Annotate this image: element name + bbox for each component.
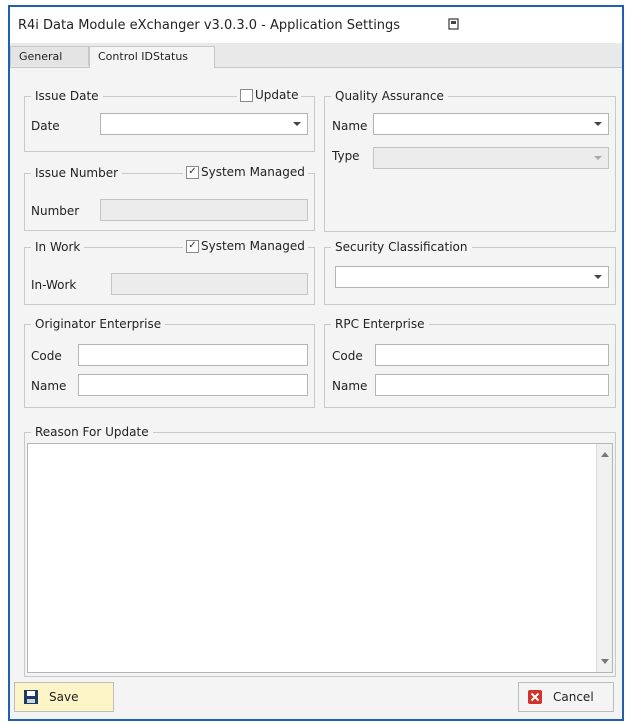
quality-assurance-group: Quality Assurance Name Type — [324, 89, 616, 232]
originator-code-input[interactable] — [78, 344, 308, 366]
red-x-icon — [528, 690, 542, 704]
settings-window: R4i Data Module eXchanger v3.0.3.0 - App… — [8, 5, 624, 721]
chevron-down-icon[interactable] — [594, 122, 602, 126]
save-label: Save — [49, 690, 79, 704]
floppy-disk-icon — [24, 690, 38, 704]
reason-for-update-group: Reason For Update — [24, 425, 616, 677]
vertical-scrollbar[interactable] — [596, 444, 612, 672]
reason-for-update-legend: Reason For Update — [31, 425, 153, 439]
rpc-name-label: Name — [332, 379, 368, 393]
window-icon[interactable] — [448, 18, 460, 30]
scroll-up-icon[interactable] — [601, 452, 609, 457]
reason-for-update-textarea[interactable] — [27, 443, 613, 673]
in-work-field — [111, 273, 308, 295]
security-classification-legend: Security Classification — [331, 240, 472, 254]
chevron-down-icon[interactable] — [594, 275, 602, 279]
issue-date-group: Issue Date Update Date — [24, 88, 315, 152]
originator-enterprise-legend: Originator Enterprise — [31, 317, 166, 331]
cancel-button[interactable]: Cancel — [518, 682, 614, 712]
update-checkbox-box[interactable] — [240, 88, 253, 102]
checkmark-icon[interactable]: ✓ — [186, 239, 199, 253]
cancel-label: Cancel — [553, 690, 594, 704]
chevron-down-icon — [594, 156, 602, 160]
save-button[interactable]: Save — [14, 682, 114, 712]
title-bar: R4i Data Module eXchanger v3.0.3.0 - App… — [10, 7, 622, 43]
system-managed-label: System Managed — [201, 239, 305, 253]
rpc-enterprise-legend: RPC Enterprise — [331, 317, 429, 331]
in-work-group: In Work ✓ System Managed In-Work — [24, 239, 315, 305]
qa-name-dropdown[interactable] — [373, 113, 609, 135]
update-checkbox-label: Update — [255, 88, 299, 102]
security-classification-dropdown[interactable] — [335, 266, 609, 288]
number-field — [100, 199, 308, 221]
quality-assurance-legend: Quality Assurance — [331, 89, 448, 103]
qa-type-label: Type — [332, 149, 360, 163]
originator-name-input[interactable] — [78, 374, 308, 396]
date-dropdown[interactable] — [100, 113, 308, 135]
security-classification-group: Security Classification — [324, 240, 616, 305]
scroll-down-icon[interactable] — [601, 659, 609, 664]
rpc-code-label: Code — [332, 349, 363, 363]
in-work-system-managed-checkbox[interactable]: ✓ System Managed — [183, 239, 308, 253]
issue-number-system-managed-checkbox[interactable]: ✓ System Managed — [183, 165, 308, 179]
checkmark-icon[interactable]: ✓ — [186, 165, 199, 179]
window-title: R4i Data Module eXchanger v3.0.3.0 - App… — [18, 18, 401, 33]
qa-name-label: Name — [332, 119, 368, 133]
system-managed-label: System Managed — [201, 165, 305, 179]
tab-control-idstatus[interactable]: Control IDStatus — [89, 46, 215, 68]
tab-strip: General Control IDStatus — [10, 43, 622, 68]
rpc-code-input[interactable] — [375, 344, 609, 366]
rpc-name-input[interactable] — [375, 374, 609, 396]
originator-enterprise-group: Originator Enterprise Code Name — [24, 317, 315, 408]
rpc-enterprise-group: RPC Enterprise Code Name — [324, 317, 616, 408]
issue-number-legend: Issue Number — [31, 166, 123, 180]
date-label: Date — [31, 119, 60, 133]
originator-code-label: Code — [31, 349, 62, 363]
in-work-legend: In Work — [31, 240, 85, 254]
issue-date-legend: Issue Date — [31, 89, 103, 103]
update-checkbox[interactable]: Update — [237, 88, 302, 102]
issue-number-group: Issue Number ✓ System Managed Number — [24, 165, 315, 231]
in-work-label: In-Work — [31, 278, 77, 292]
number-label: Number — [31, 204, 80, 218]
qa-type-dropdown — [373, 147, 609, 169]
chevron-down-icon[interactable] — [293, 122, 301, 126]
tab-general[interactable]: General — [10, 46, 89, 66]
originator-name-label: Name — [31, 379, 67, 393]
